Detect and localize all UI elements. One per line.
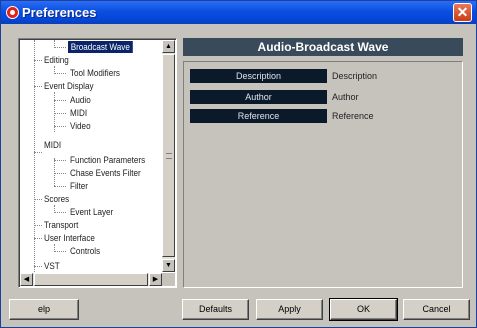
tree-line	[54, 73, 66, 74]
scroll-left-arrow-icon[interactable]: ◀	[20, 273, 33, 286]
broadcast-wave-panel: Description Description Author Author Re…	[183, 61, 463, 288]
tree-line	[54, 212, 66, 213]
preferences-tree[interactable]: Broadcast Wave Editing Tool Modifiers Ev…	[18, 38, 177, 288]
defaults-button[interactable]: Defaults	[182, 299, 249, 320]
tree-horizontal-scrollbar[interactable]: ◀ ▶	[20, 273, 162, 286]
tree-item-controls[interactable]: Controls	[70, 245, 100, 257]
tree-line	[54, 100, 66, 101]
tree-item-function-parameters[interactable]: Function Parameters	[70, 154, 145, 166]
help-button[interactable]: elp	[9, 299, 79, 320]
tree-line	[34, 60, 42, 61]
close-button[interactable]: ✕	[453, 3, 472, 22]
cancel-button[interactable]: Cancel	[403, 299, 470, 320]
tree-line	[34, 152, 42, 153]
scroll-grip-icon	[166, 153, 172, 159]
tree-item-event-layer[interactable]: Event Layer	[70, 206, 113, 218]
description-field[interactable]: Description	[332, 69, 452, 83]
author-label: Author	[190, 90, 327, 104]
apply-button[interactable]: Apply	[256, 299, 323, 320]
tree-line	[34, 225, 42, 226]
tree-item-user-interface[interactable]: User Interface	[44, 232, 95, 244]
tree-item-audio[interactable]: Audio	[70, 94, 91, 106]
title-bar[interactable]: Preferences ✕	[1, 1, 476, 24]
app-logo-icon	[6, 6, 19, 19]
tree-line	[54, 47, 66, 48]
tree-item-video[interactable]: Video	[70, 120, 91, 132]
scroll-right-arrow-icon[interactable]: ▶	[149, 273, 162, 286]
reference-field[interactable]: Reference	[332, 109, 452, 123]
tree-item-midi-display[interactable]: MIDI	[70, 107, 87, 119]
tree-item-chase-events-filter[interactable]: Chase Events Filter	[70, 167, 141, 179]
tree-line	[54, 173, 66, 174]
scrollbar-corner	[162, 273, 175, 286]
tree-item-editing[interactable]: Editing	[44, 54, 69, 66]
scroll-up-arrow-icon[interactable]: ▲	[162, 40, 175, 53]
tree-item-event-display[interactable]: Event Display	[44, 80, 94, 92]
tree-item-transport[interactable]: Transport	[44, 219, 78, 231]
window-title: Preferences	[22, 5, 97, 20]
tree-line	[54, 251, 66, 252]
tree-line	[54, 113, 66, 114]
description-label: Description	[190, 69, 327, 83]
ok-button[interactable]: OK	[329, 298, 398, 321]
tree-line	[34, 266, 42, 267]
tree-line	[54, 160, 66, 161]
tree-line	[34, 199, 42, 200]
author-field[interactable]: Author	[332, 90, 452, 104]
tree-item-midi[interactable]: MIDI	[44, 139, 61, 151]
scroll-down-arrow-icon[interactable]: ▼	[162, 259, 175, 272]
vertical-scroll-thumb[interactable]	[162, 54, 175, 257]
reference-label: Reference	[190, 109, 327, 123]
tree-line	[54, 186, 66, 187]
tree-item-scores[interactable]: Scores	[44, 193, 69, 205]
tree-item-broadcast-wave[interactable]: Broadcast Wave	[68, 41, 133, 53]
tree-item-tool-modifiers[interactable]: Tool Modifiers	[70, 67, 120, 79]
tree-line	[54, 158, 55, 186]
tree-list: Broadcast Wave Editing Tool Modifiers Ev…	[20, 40, 161, 272]
tree-vertical-scrollbar[interactable]: ▲ ▼	[162, 40, 175, 272]
horizontal-scroll-thumb[interactable]	[34, 273, 148, 286]
tree-line	[34, 238, 42, 239]
tree-line	[54, 126, 66, 127]
tree-line	[34, 86, 42, 87]
tree-item-filter[interactable]: Filter	[70, 180, 88, 192]
tree-item-vst[interactable]: VST	[44, 260, 60, 272]
preferences-window: Preferences ✕ Broadcast Wave Editing Too…	[0, 0, 477, 328]
panel-title: Audio-Broadcast Wave	[183, 38, 463, 56]
